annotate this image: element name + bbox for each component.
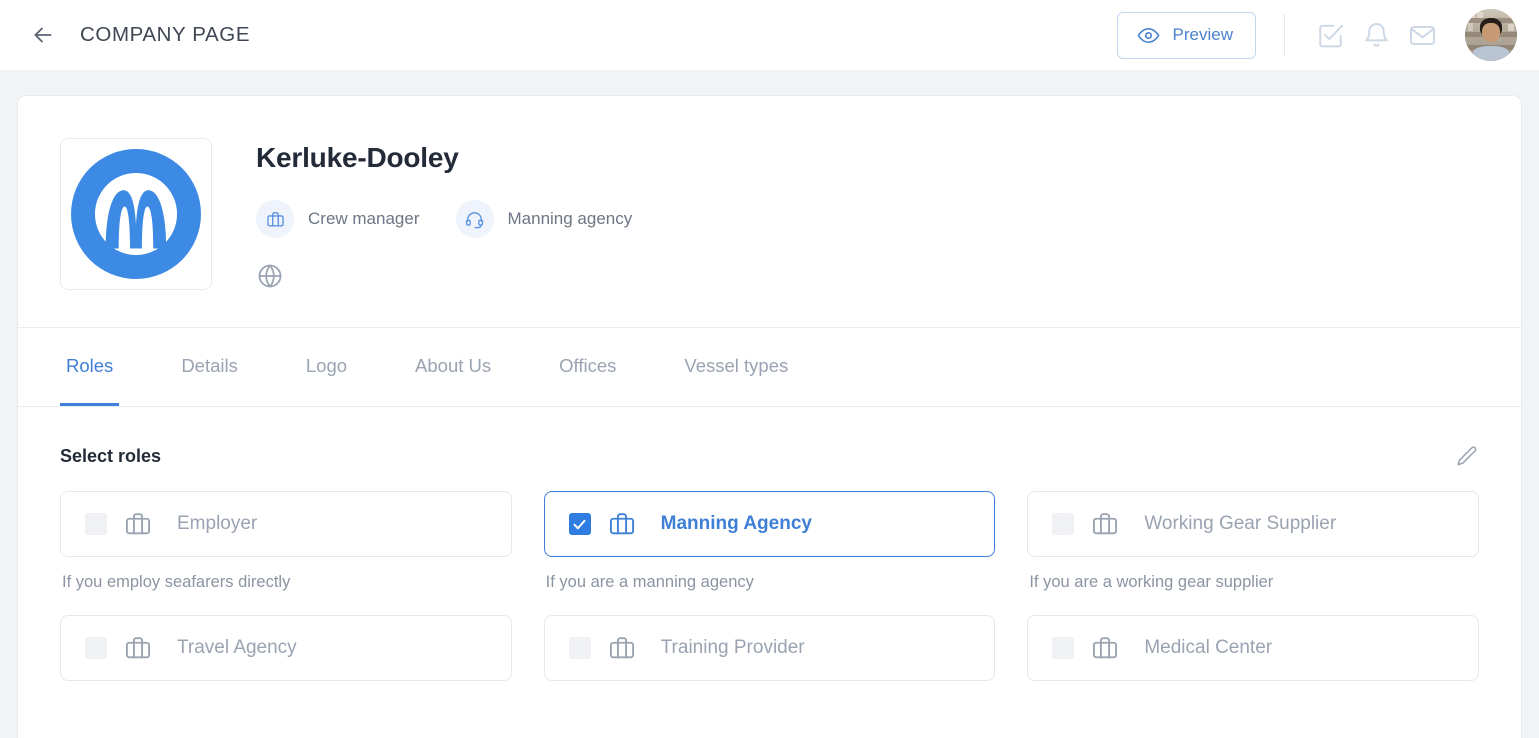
role-hint: If you are a working gear supplier: [1029, 573, 1274, 591]
role-card-travel-agency[interactable]: Travel Agency: [60, 615, 512, 681]
role-cell: Training Provider: [543, 615, 996, 738]
tab-logo[interactable]: Logo: [300, 328, 353, 406]
page-title: COMPANY PAGE: [80, 23, 251, 46]
preview-button[interactable]: Preview: [1116, 11, 1256, 59]
briefcase-icon: [607, 633, 637, 663]
briefcase-icon: [1090, 633, 1120, 663]
role-card-training-provider[interactable]: Training Provider: [543, 615, 996, 681]
tab-details-label: Details: [181, 354, 238, 376]
role-cell: Working Gear Supplier If you are a worki…: [1027, 491, 1479, 615]
avatar-face: [1482, 23, 1500, 42]
avatar-body: [1473, 46, 1509, 61]
role-label: Employer: [177, 513, 258, 534]
back-arrow-icon[interactable]: [28, 20, 58, 50]
role-checkbox[interactable]: [568, 637, 591, 659]
badge-crew-manager-label: Crew manager: [308, 209, 420, 228]
avatar-decor: [1507, 23, 1514, 31]
role-label: Medical Center: [1144, 637, 1273, 658]
role-card-medical-center[interactable]: Medical Center: [1027, 615, 1479, 681]
pencil-icon[interactable]: [1453, 443, 1479, 469]
tab-logo-label: Logo: [305, 354, 348, 376]
headset-icon: [455, 200, 494, 238]
avatar[interactable]: [1465, 9, 1517, 61]
role-card-employer[interactable]: Employer: [60, 491, 512, 557]
badge-manning-agency: Manning agency: [455, 200, 633, 238]
company-name: Kerluke-Dooley: [256, 142, 459, 173]
role-checkbox[interactable]: [1052, 513, 1075, 535]
tab-vessel-types-label: Vessel types: [684, 354, 789, 376]
company-page-card: Kerluke-Dooley Crew manager Manning agen…: [18, 96, 1521, 738]
tab-offices[interactable]: Offices: [553, 328, 622, 406]
avatar-decor: [1467, 22, 1474, 31]
role-label: Training Provider: [660, 637, 805, 658]
briefcase-icon: [256, 200, 294, 238]
role-checkbox[interactable]: [1052, 637, 1075, 659]
role-label: Travel Agency: [177, 637, 297, 658]
select-roles-section: Select roles Employer If you employ seaf…: [18, 407, 1521, 738]
tab-vessel-types[interactable]: Vessel types: [678, 328, 794, 406]
company-logo-frame[interactable]: [60, 138, 212, 290]
company-website-row: [256, 262, 632, 295]
role-cell: Employer If you employ seafarers directl…: [60, 491, 512, 615]
briefcase-icon: [607, 509, 637, 539]
role-label: Manning Agency: [660, 513, 812, 534]
company-logo-m-icon: [71, 149, 201, 279]
avatar-decor: [1477, 11, 1483, 18]
role-card-working-gear-supplier[interactable]: Working Gear Supplier: [1027, 491, 1479, 557]
role-label: Working Gear Supplier: [1144, 513, 1337, 534]
tab-offices-label: Offices: [559, 354, 617, 376]
badge-crew-manager: Crew manager: [256, 200, 420, 238]
company-tabs: Roles Details Logo About Us Offices Vess…: [18, 328, 1521, 407]
role-hint: If you employ seafarers directly: [62, 573, 291, 591]
eye-icon: [1137, 24, 1160, 47]
role-cell: Medical Center: [1027, 615, 1479, 738]
preview-button-label: Preview: [1172, 25, 1233, 44]
globe-icon[interactable]: [256, 262, 284, 290]
role-card-manning-agency[interactable]: Manning Agency: [543, 491, 996, 557]
bell-icon[interactable]: [1353, 12, 1399, 58]
briefcase-icon: [123, 633, 153, 663]
top-header-bar: COMPANY PAGE Preview: [0, 0, 1539, 70]
company-info: Kerluke-Dooley Crew manager Manning agen…: [256, 138, 632, 295]
briefcase-icon: [1090, 509, 1120, 539]
tab-about-us[interactable]: About Us: [409, 328, 497, 406]
mail-icon[interactable]: [1399, 12, 1445, 58]
header-right-group: Preview: [1116, 9, 1517, 61]
roles-grid: Employer If you employ seafarers directl…: [60, 491, 1479, 738]
company-badges: Crew manager Manning agency: [256, 200, 632, 238]
role-hint: If you are a manning agency: [545, 573, 754, 591]
task-checkbox-icon[interactable]: [1307, 12, 1353, 58]
role-cell: Manning Agency If you are a manning agen…: [543, 491, 996, 615]
avatar-decor: [1468, 12, 1475, 18]
role-cell: Travel Agency: [60, 615, 512, 738]
tab-details[interactable]: Details: [175, 328, 244, 406]
tab-roles-label: Roles: [66, 354, 114, 376]
role-checkbox[interactable]: [85, 513, 107, 535]
company-header: Kerluke-Dooley Crew manager Manning agen…: [18, 96, 1521, 328]
role-checkbox[interactable]: [568, 513, 591, 535]
briefcase-icon: [123, 509, 153, 539]
select-roles-header: Select roles: [60, 443, 1479, 469]
tab-about-us-label: About Us: [415, 354, 492, 376]
header-left-group: COMPANY PAGE: [28, 20, 250, 50]
badge-manning-agency-label: Manning agency: [507, 209, 633, 228]
header-divider: [1284, 14, 1285, 56]
tab-roles[interactable]: Roles: [60, 328, 120, 406]
avatar-decor: [1505, 12, 1513, 18]
role-checkbox[interactable]: [85, 637, 107, 659]
select-roles-title: Select roles: [60, 445, 162, 466]
